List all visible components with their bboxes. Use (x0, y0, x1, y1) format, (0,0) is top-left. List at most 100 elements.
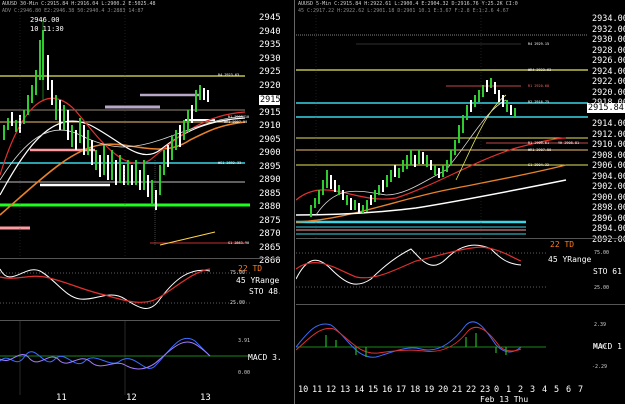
right-y-tick: 2924.00 (592, 66, 625, 77)
right-x-tick: 4 (542, 385, 548, 395)
right-x-tick: 6 (566, 385, 572, 395)
right-x-tick: 5 (554, 385, 560, 395)
left-y-tick: 2865.00 (259, 242, 280, 253)
right-macd-label: MACD 1 (593, 342, 622, 351)
right-x-tick: 12 (326, 385, 337, 395)
right-y-tick: 2894.00 (592, 224, 625, 234)
left-y-tick: 2930.00 (259, 53, 280, 64)
right-macd-tick-top: 2.39 (594, 322, 607, 328)
left-y-tick: 2945.00 (259, 13, 280, 23)
left-y-tick: 2920.00 (259, 80, 280, 91)
right-y-tick: 2912.00 (592, 129, 625, 140)
right-y-tick: 2906.00 (592, 161, 625, 171)
right-level-label-4: R2 2916.75 (528, 100, 550, 104)
right-sto-tick-25: 25.00 (594, 285, 610, 291)
right-x-tick: 16 (382, 385, 393, 395)
right-level-label-2: WR4 2923.63 (528, 68, 552, 72)
left-candles (3, 20, 209, 210)
left-sto-tick-25: 25.00 (230, 300, 246, 306)
chart-divider (294, 0, 295, 404)
left-price-tag: 2915.84 (259, 95, 280, 105)
right-y-tick: 2914.00 (592, 119, 625, 129)
right-y-tick: 2896.00 (592, 213, 625, 224)
left-x-axis: 11 12 13 (0, 394, 280, 404)
left-x-tick: 13 (200, 393, 211, 403)
right-level-label-6: YH 2908.81 (558, 141, 580, 145)
left-x-tick: 12 (126, 393, 137, 403)
right-y-tick: 2898.00 (592, 203, 625, 213)
left-sto-label: STO 48. (249, 287, 280, 296)
left-sto-panel: 22 TD 45 YRange STO 48. 75.00 25.00 (0, 258, 280, 321)
left-level-label-2: R1 2909.10 (228, 115, 250, 119)
right-level-label-7: WR1 2907.50 (528, 148, 552, 152)
left-yrange-label: 45 YRange (236, 276, 280, 285)
right-x-tick: 17 (396, 385, 407, 395)
right-y-tick: 2932.00 (592, 24, 625, 35)
left-macd-tick-top: 3.91 (238, 338, 251, 344)
right-x-tick: 20 (438, 385, 449, 395)
right-x-tick: 10 (298, 385, 309, 395)
right-x-tick: 7 (578, 385, 584, 395)
right-date-label: Feb 13 Thu (480, 395, 529, 404)
right-level-label-5: R1 2909.61 (528, 141, 550, 145)
left-y-tick: 2870.00 (259, 229, 280, 239)
left-y-tick: 2925.00 (259, 67, 280, 77)
left-y-tick: 2890.00 (259, 175, 280, 185)
right-y-tick: 2930.00 (592, 35, 625, 45)
right-x-tick: 23 (480, 385, 491, 395)
left-macd-label: MACD 3. (248, 353, 280, 362)
right-yrange-label: 45 YRange (548, 255, 592, 264)
right-sto-label: STO 61 (593, 267, 622, 276)
right-y-tick: 2908.00 (592, 150, 625, 161)
right-x-tick: 22 (466, 385, 477, 395)
right-x-tick: 19 (424, 385, 435, 395)
right-y-tick: 2904.00 (592, 171, 625, 182)
left-level-label-5: S1 2863.90 (228, 241, 250, 245)
right-price-tag: 2915.84 (587, 103, 625, 113)
right-x-tick: 15 (368, 385, 379, 395)
right-y-tick: 2920.00 (592, 87, 625, 98)
right-x-tick: 14 (354, 385, 365, 395)
right-x-tick: 2 (518, 385, 524, 395)
right-sto-panel: 22 TD 45 YRange STO 61 75.00 25.00 (296, 238, 625, 305)
left-y-tick: 2895.00 (259, 161, 280, 172)
right-level-label-8: S1 2904.32 (528, 163, 550, 167)
right-td-label: 22 TD (550, 240, 575, 249)
left-y-tick: 2880.00 (259, 202, 280, 212)
left-level-label-3: WR1 2907.50 (224, 120, 248, 124)
right-x-tick: 1 (506, 385, 512, 395)
right-x-tick: 18 (410, 385, 421, 395)
right-y-tick: 2902.00 (592, 182, 625, 192)
left-price-chart (0, 0, 250, 260)
left-y-tick: 2935.00 (259, 40, 280, 50)
left-y-tick: 2905.00 (259, 134, 280, 145)
right-x-tick: 21 (452, 385, 463, 395)
right-y-tick: 2926.00 (592, 56, 625, 66)
left-y-tick: 2875.00 (259, 215, 280, 226)
right-y-tick: 2910.00 (592, 140, 625, 150)
left-y-tick: 2900.00 (259, 148, 280, 158)
left-x-tick: 11 (56, 393, 67, 403)
left-y-tick: 2915.00 (259, 107, 280, 118)
left-macd-tick-zero: 0.00 (238, 370, 251, 376)
left-y-tick: 2885.00 (259, 188, 280, 199)
left-sto-tick-75: 75.00 (230, 270, 246, 276)
right-y-tick: 2922.00 (592, 77, 625, 87)
right-x-tick: 11 (312, 385, 323, 395)
right-sto-tick-75: 75.00 (594, 250, 610, 256)
right-level-label-3: R1 2920.60 (528, 84, 550, 88)
right-chart-panel: AUUSD 5-Min C:2915.84 H:2922.61 L:2900.4… (296, 0, 625, 404)
right-x-axis: 10 11 12 13 14 15 16 17 18 19 20 21 22 2… (296, 384, 625, 404)
right-y-tick: 2928.00 (592, 45, 625, 56)
right-y-tick: 2900.00 (592, 192, 625, 203)
left-macd-panel: 3.91 0.00 MACD 3. (0, 320, 280, 395)
left-y-tick: 2910.00 (259, 121, 280, 131)
right-x-tick: 0 (494, 385, 500, 395)
left-level-label-4: WS1 2892.33 (218, 161, 242, 165)
left-y-tick: 2940.00 (259, 26, 280, 37)
right-level-label-1: R4 2929.15 (528, 42, 550, 46)
left-level-label-1: R4 2923.63 (218, 73, 240, 77)
left-chart-panel: AUUSD 30-Min C:2915.84 H:2916.04 L:2900.… (0, 0, 280, 404)
right-y-tick: 2934.00 (592, 14, 625, 24)
right-x-tick: 13 (340, 385, 351, 395)
